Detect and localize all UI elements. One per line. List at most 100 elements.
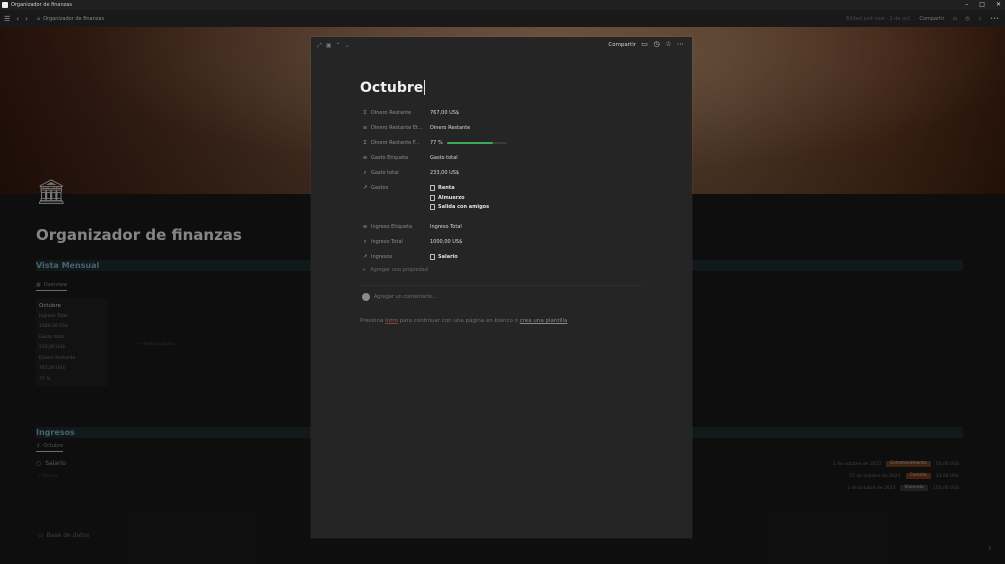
relation-item[interactable]: Salida con amigos <box>430 204 489 210</box>
maximize-button[interactable]: □ <box>979 0 985 10</box>
hint-middle: para continuar con una página en blanco … <box>397 318 520 324</box>
chevron-down-icon[interactable]: ⌄ <box>345 42 350 50</box>
topbar-right: Edited just now · 2 de oct. Compartir ▭ … <box>846 16 999 22</box>
relation-label: Salida con amigos <box>438 204 490 210</box>
property-label: Ingresos <box>371 254 393 260</box>
property-name: ⌕ Gasto total <box>362 170 430 177</box>
property-value-text: Ingreso Total <box>430 224 462 230</box>
breadcrumb[interactable]: ⌂ Organizador de finanzas <box>37 16 104 22</box>
plus-icon: + <box>362 267 367 273</box>
property-name: Σ Dinero Restante <box>362 110 430 116</box>
text-caret <box>424 80 426 95</box>
modal-nav: ⤢ ▣ ⌃ ⌄ <box>317 42 350 50</box>
property-gasto-total[interactable]: ⌕ Gasto total 233,00 US$ <box>362 168 459 178</box>
property-value: 233,00 US$ <box>430 170 459 176</box>
property-value: Ingreso Total <box>430 224 462 230</box>
property-value-text: 77 % <box>430 140 443 146</box>
history-icon[interactable]: ◷ <box>965 16 969 22</box>
add-property-button[interactable]: + Agregar una propiedad <box>362 267 428 273</box>
property-gasto-etiqueta[interactable]: ≡ Gasto Etiqueta Gasto total <box>362 153 458 163</box>
clock-icon[interactable]: ◷ <box>653 41 660 48</box>
relation-list: Renta Almuerzo Salida con amigos <box>430 183 489 210</box>
property-label: Gasto Etiqueta <box>371 155 409 161</box>
share-button[interactable]: Compartir <box>919 16 944 22</box>
property-label: Gastos <box>371 185 389 191</box>
property-value: Gasto total <box>430 155 458 161</box>
divider <box>360 285 642 286</box>
avatar <box>362 293 370 301</box>
relation-item[interactable]: Renta <box>430 185 489 191</box>
relation-item[interactable]: Almuerzo <box>430 194 489 201</box>
notion-app-icon <box>2 2 8 8</box>
comment-icon[interactable]: ▭ <box>641 41 648 48</box>
property-gastos[interactable]: ↗ Gastos Renta Almuerzo Salida con amigos <box>362 183 489 210</box>
comment-input[interactable]: Agregar un comentario... <box>362 293 437 301</box>
back-arrow-icon[interactable]: ‹ <box>16 15 19 23</box>
property-name: ↗ Gastos <box>362 183 430 193</box>
window-controls: – □ ✕ <box>965 0 1001 10</box>
more-icon[interactable]: ⋯ <box>677 41 684 48</box>
comments-icon[interactable]: ▭ <box>953 16 958 22</box>
hint-key: Intro <box>385 318 398 324</box>
peek-mode-icon[interactable]: ▣ <box>326 42 332 50</box>
property-label: Gasto total <box>371 170 399 176</box>
property-value-text: Dinero Restante <box>430 125 471 131</box>
property-label: Ingreso Etiqueta <box>371 224 413 230</box>
star-icon[interactable]: ☆ <box>665 41 672 48</box>
property-dinero-restante-etiqueta[interactable]: ≡ Dinero Restante Et... Dinero Restante <box>362 123 471 133</box>
breadcrumb-page[interactable]: Organizador de finanzas <box>43 16 104 22</box>
property-name: ↗ Ingresos <box>362 254 430 260</box>
property-name: ≡ Gasto Etiqueta <box>362 155 430 161</box>
minimize-button[interactable]: – <box>965 0 968 10</box>
property-ingreso-total[interactable]: ⌕ Ingreso Total 1000,00 US$ <box>362 237 462 247</box>
modal-topbar: ⤢ ▣ ⌃ ⌄ Compartir ▭ ◷ ☆ ⋯ <box>311 37 692 55</box>
text-icon: ≡ <box>362 224 368 230</box>
chevron-up-icon[interactable]: ⌃ <box>335 42 340 50</box>
property-value-text: Gasto total <box>430 155 458 161</box>
add-property-label: Agregar una propiedad <box>370 267 428 273</box>
formula-icon: Σ <box>363 140 367 146</box>
search-icon: ⌕ <box>363 169 367 176</box>
create-template-link[interactable]: crea una plantilla <box>520 318 568 324</box>
search-icon: ⌕ <box>363 238 367 245</box>
page-icon <box>430 194 435 201</box>
property-dinero-restante-formula[interactable]: Σ Dinero Restante F... 77 % <box>362 138 507 148</box>
relation-label: Salario <box>438 254 458 260</box>
relation-arrow-icon: ↗ <box>362 185 368 191</box>
property-value: Dinero Restante <box>430 125 470 131</box>
more-icon[interactable]: ••• <box>990 16 999 22</box>
property-value: 77 % <box>430 140 507 146</box>
property-dinero-restante[interactable]: Σ Dinero Restante 767,00 US$ <box>362 108 459 118</box>
text-icon: ≡ <box>362 125 368 131</box>
property-name: ≡ Ingreso Etiqueta <box>362 224 430 230</box>
modal-actions: Compartir ▭ ◷ ☆ ⋯ <box>608 41 684 48</box>
window-titlebar: Organizador de finanzas – □ ✕ <box>0 0 1005 10</box>
property-value-text: 233,00 US$ <box>430 170 460 176</box>
page-title[interactable]: Octubre <box>360 80 426 96</box>
nav-buttons: ☰ ‹ › <box>4 15 28 23</box>
page-title-text[interactable]: Octubre <box>360 80 423 96</box>
page-icon <box>430 204 435 210</box>
close-window-button[interactable]: ✕ <box>996 0 1001 10</box>
expand-icon[interactable]: ⤢ <box>317 42 322 50</box>
text-icon: ≡ <box>362 155 368 161</box>
help-icon[interactable]: ? <box>988 546 991 553</box>
property-label: Dinero Restante Et... <box>371 125 423 131</box>
sidebar-toggle-icon[interactable]: ☰ <box>4 15 10 23</box>
property-value: 1000,00 US$ <box>430 239 462 245</box>
bank-icon: ⌂ <box>36 15 41 22</box>
property-ingresos[interactable]: ↗ Ingresos Salario <box>362 252 458 262</box>
modal-share-button[interactable]: Compartir <box>608 42 636 48</box>
property-name: ⌕ Ingreso Total <box>362 239 430 246</box>
property-value-text: 1000,00 US$ <box>430 239 463 245</box>
favorite-icon[interactable]: ☆ <box>978 16 982 22</box>
property-name: ≡ Dinero Restante Et... <box>362 125 430 131</box>
forward-arrow-icon[interactable]: › <box>25 15 28 23</box>
property-label: Ingreso Total <box>371 239 403 245</box>
property-value: 767,00 US$ <box>430 110 459 116</box>
page-icon <box>430 254 435 260</box>
page-icon <box>430 185 435 191</box>
relation-item[interactable]: Salario <box>430 254 458 260</box>
formula-icon: Σ <box>363 110 367 116</box>
property-ingreso-etiqueta[interactable]: ≡ Ingreso Etiqueta Ingreso Total <box>362 222 462 232</box>
